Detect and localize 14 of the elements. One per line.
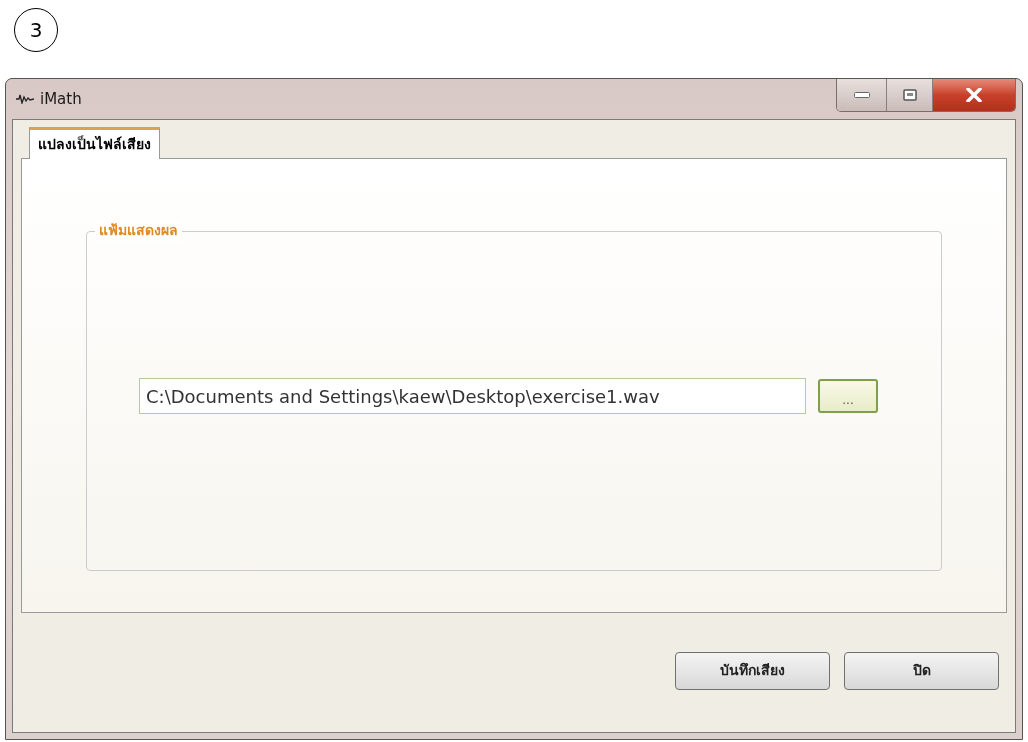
- maximize-icon: [902, 89, 917, 101]
- browse-button[interactable]: ...: [818, 379, 878, 413]
- group-box-title: แฟ้มแสดงผล: [95, 220, 182, 241]
- close-button[interactable]: [933, 79, 1015, 111]
- close-dialog-button[interactable]: ปิด: [844, 651, 999, 690]
- record-sound-button[interactable]: บันทึกเสียง: [675, 651, 830, 690]
- file-path-field[interactable]: C:\Documents and Settings\kaew\Desktop\exercise1.wav: [139, 378, 806, 414]
- tab[interactable]: แปลงเป็นไฟล์เสียง: [29, 127, 160, 159]
- close-icon: [966, 88, 982, 102]
- minimize-button[interactable]: [837, 79, 887, 111]
- window-title: iMath: [40, 88, 82, 110]
- wave-logo-icon: [16, 94, 34, 104]
- maximize-button[interactable]: [887, 79, 933, 111]
- minimize-icon: [853, 92, 870, 98]
